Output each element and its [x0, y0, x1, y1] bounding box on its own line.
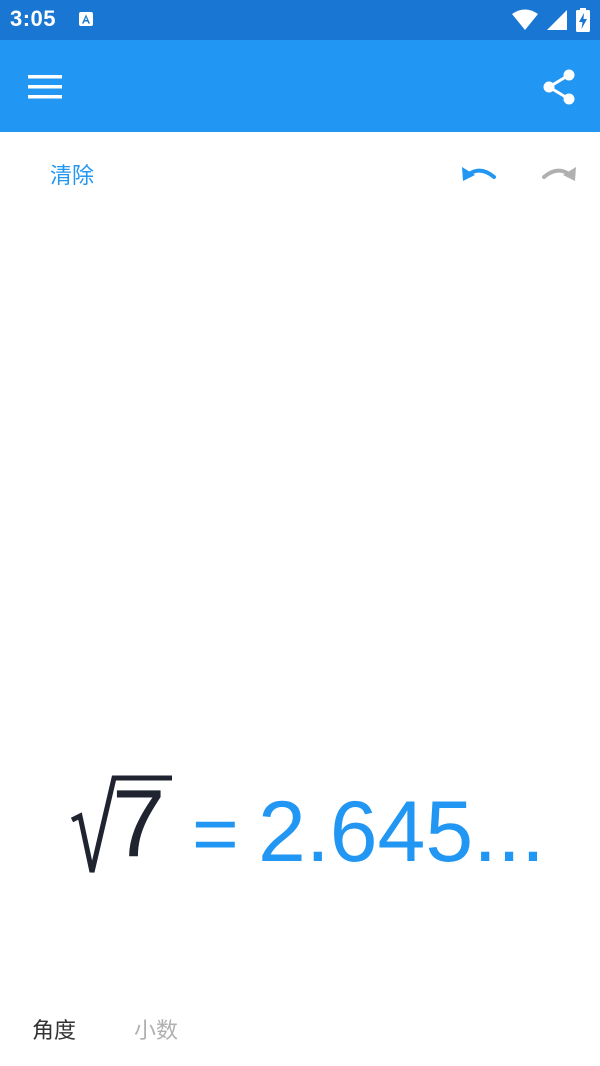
result-value[interactable]: 2.645...	[258, 782, 545, 882]
equals-sign: =	[192, 789, 239, 878]
radicand: 7	[112, 770, 166, 877]
expression-display[interactable]: 7 = 2.645...	[0, 770, 600, 890]
undo-icon	[462, 167, 496, 181]
status-icons	[512, 8, 590, 32]
clear-button[interactable]: 清除	[50, 158, 94, 190]
mode-bar: 角度 小数	[0, 995, 600, 1055]
menu-button[interactable]	[22, 64, 68, 110]
wifi-icon	[512, 9, 538, 30]
angle-mode-button[interactable]: 角度	[32, 1013, 76, 1045]
battery-charging-icon	[576, 8, 590, 32]
undo-button[interactable]	[456, 156, 502, 196]
cell-signal-icon	[547, 10, 567, 30]
share-icon	[543, 69, 575, 105]
notification-a-icon	[79, 12, 93, 26]
calculator-screen: 3:05 清除 7 = 2.645... 角度 小数	[0, 0, 600, 1066]
menu-icon	[28, 75, 62, 99]
app-bar	[0, 40, 600, 132]
decimal-mode-button[interactable]: 小数	[134, 1013, 178, 1045]
share-button[interactable]	[536, 64, 582, 110]
redo-icon	[542, 167, 576, 181]
edit-toolbar: 清除	[0, 132, 600, 218]
redo-button[interactable]	[536, 156, 582, 196]
status-bar: 3:05	[0, 0, 600, 40]
status-time: 3:05	[10, 6, 57, 31]
